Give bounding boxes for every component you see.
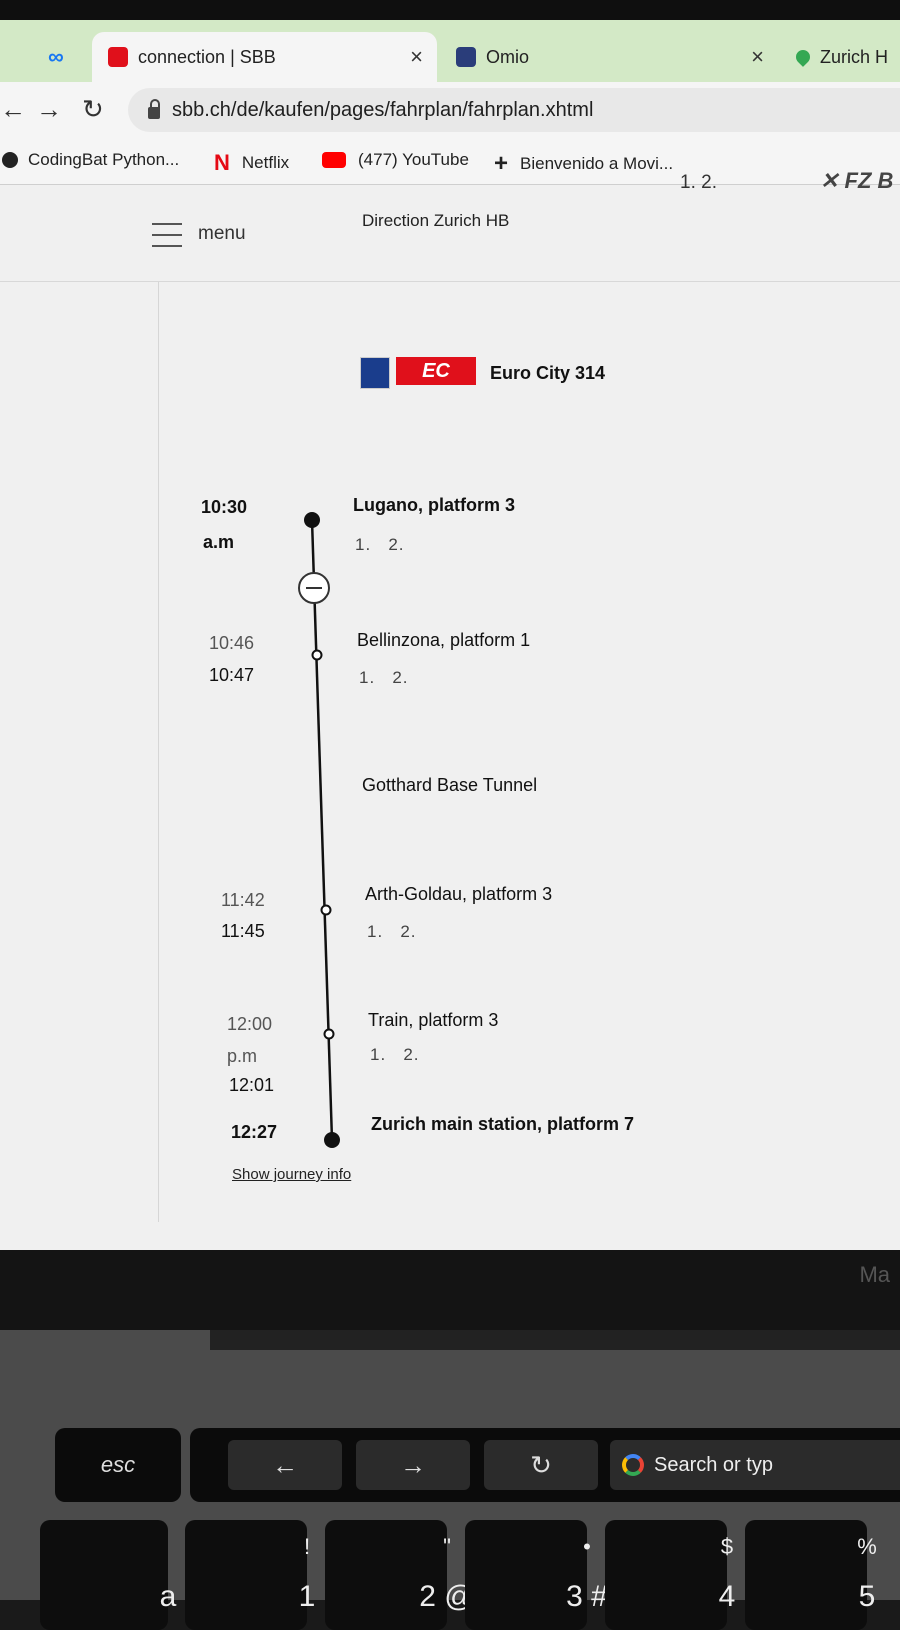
- arrival-time: 12:00: [227, 1014, 273, 1034]
- departure-time: 12:01: [229, 1075, 275, 1095]
- occupancy-indicator: 1. 2.: [367, 922, 417, 941]
- arrival-time: 10:46: [209, 633, 255, 653]
- model-label: Ma: [859, 1262, 890, 1287]
- search-pill-label: Search or typ: [654, 1453, 773, 1476]
- touch-bar: ← → ↻ Search or typ: [190, 1428, 900, 1502]
- forward-icon[interactable]: →: [356, 1440, 470, 1490]
- browser-screen: ∞ connection | SBB × Omio × Zurich H ← →…: [0, 0, 900, 1250]
- time-period: a.m: [203, 532, 235, 552]
- back-icon[interactable]: ←: [228, 1440, 342, 1490]
- route-timeline: [298, 512, 340, 1148]
- tunnel-label: Gotthard Base Tunnel: [362, 775, 538, 795]
- time-period: p.m: [227, 1046, 258, 1066]
- occupancy-indicator: 1. 2.: [370, 1045, 420, 1064]
- key-3[interactable]: • 3 #: [465, 1520, 608, 1630]
- key-1[interactable]: ! 1: [185, 1520, 315, 1630]
- departure-time: 10:30: [201, 497, 248, 517]
- google-icon: [622, 1454, 644, 1476]
- departure-time: 10:47: [209, 665, 255, 685]
- key-5[interactable]: % 5: [745, 1520, 877, 1630]
- laptop-keyboard: esc ← → ↻ Search or typ a ! 1 " 2 @ • 3 # $…: [0, 1330, 900, 1630]
- stop-name: Train, platform 3: [368, 1010, 499, 1030]
- key-a[interactable]: a: [40, 1520, 176, 1630]
- esc-key[interactable]: esc: [55, 1428, 181, 1502]
- occupancy-indicator: 1. 2.: [355, 535, 405, 554]
- laptop-bezel: Ma: [0, 1250, 900, 1330]
- stop-name: Zurich main station, platform 7: [371, 1114, 635, 1134]
- key-4[interactable]: $4: [605, 1520, 735, 1630]
- stop-name: Arth-Goldau, platform 3: [365, 884, 553, 904]
- key-2[interactable]: " 2 @: [325, 1520, 475, 1630]
- stop-dot: [320, 904, 332, 916]
- stop-name: Lugano, platform 3: [353, 495, 515, 515]
- key-bottom: 5: [858, 1580, 876, 1613]
- show-journey-info-link[interactable]: Show journey info: [232, 1166, 351, 1183]
- arrival-time: 11:42: [221, 890, 265, 910]
- key-top: %: [857, 1534, 877, 1559]
- hinge: [210, 1330, 900, 1350]
- arrival-time: 12:27: [231, 1122, 278, 1142]
- stop-dot: [311, 649, 323, 661]
- start-dot: [304, 512, 320, 528]
- stop-name: Bellinzona, platform 1: [357, 630, 531, 650]
- reload-icon[interactable]: ↻: [484, 1440, 598, 1490]
- touchbar-search[interactable]: Search or typ: [610, 1440, 900, 1490]
- departure-time: 11:45: [221, 921, 265, 941]
- end-dot: [324, 1132, 340, 1148]
- stop-dot: [323, 1028, 335, 1040]
- occupancy-indicator: 1. 2.: [359, 668, 409, 687]
